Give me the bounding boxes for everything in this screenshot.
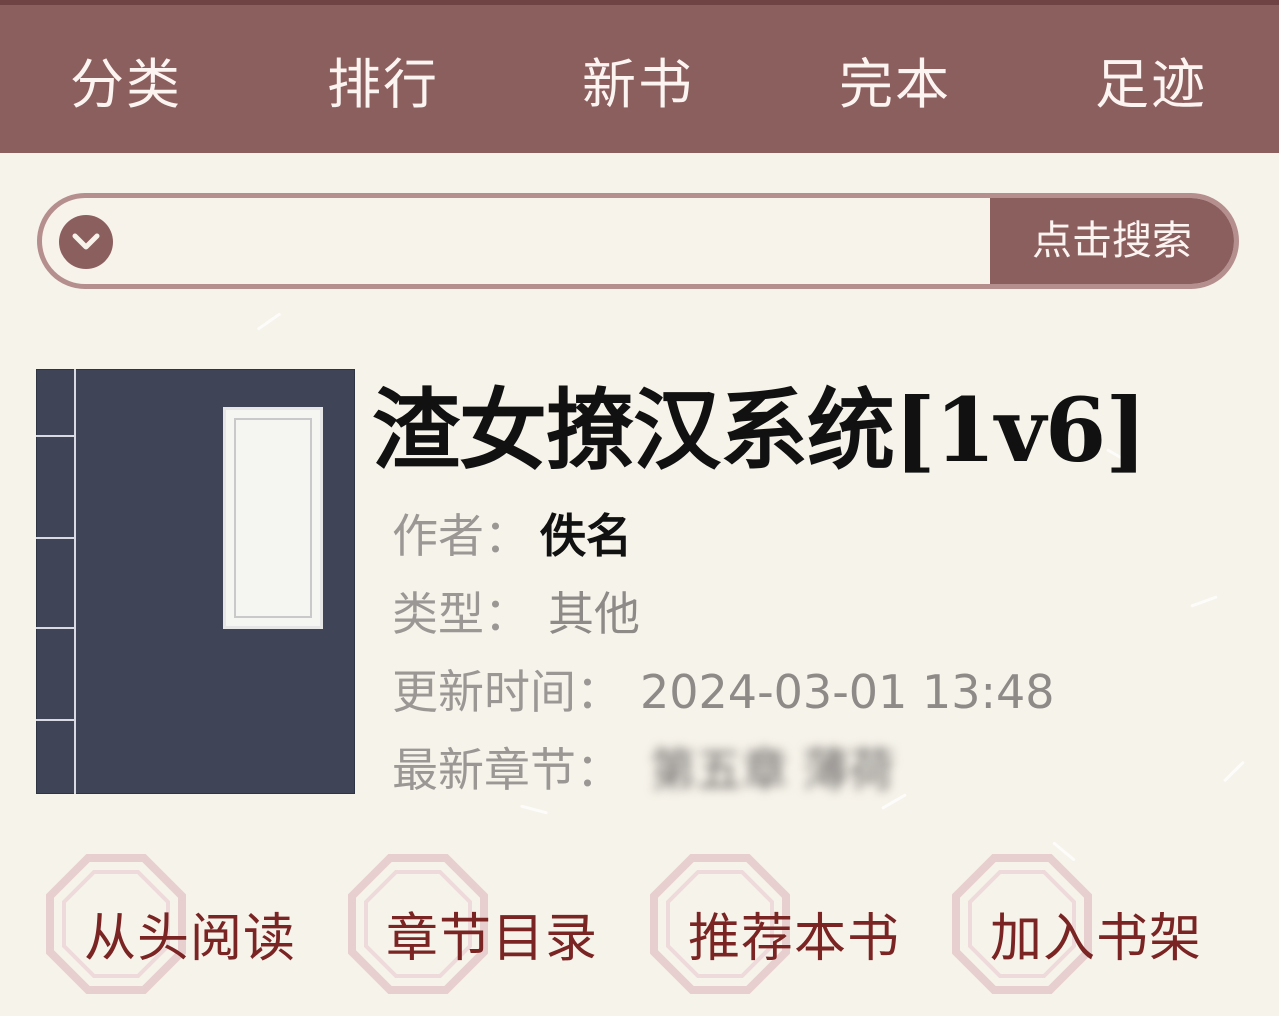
top-nav: 分类 排行 新书 完本 足迹 xyxy=(0,0,1279,153)
cover-stitch xyxy=(36,435,76,437)
updated-label: 更新时间： xyxy=(392,665,622,719)
search-scope-toggle[interactable] xyxy=(59,215,113,269)
nav-ranking[interactable]: 排行 xyxy=(303,45,463,125)
search-input[interactable] xyxy=(134,198,994,284)
search-button[interactable]: 点击搜索 xyxy=(990,198,1234,284)
cover-stitch xyxy=(36,537,76,539)
nav-new-books[interactable]: 新书 xyxy=(558,45,718,125)
book-title: 渣女撩汉系统[1v6] xyxy=(372,378,1147,482)
add-to-shelf-label: 加入书架 xyxy=(990,909,1203,969)
cover-stitch xyxy=(36,719,76,721)
latest-chapter-row: 最新章节： 第五章 薄荷 xyxy=(392,734,895,800)
type-value[interactable]: 其他 xyxy=(548,587,640,641)
search-bar: 点击搜索 xyxy=(37,193,1239,289)
type-row: 类型： 其他 xyxy=(392,578,640,644)
author-label: 作者： xyxy=(392,509,530,563)
author-name[interactable]: 佚名 xyxy=(540,509,632,563)
nav-category[interactable]: 分类 xyxy=(46,45,206,125)
updated-row: 更新时间： 2024-03-01 13:48 xyxy=(392,656,1055,722)
cover-spine xyxy=(74,369,76,794)
updated-value: 2024-03-01 13:48 xyxy=(640,665,1055,719)
chevron-down-icon xyxy=(72,233,100,250)
nav-completed[interactable]: 完本 xyxy=(815,45,975,125)
author-row: 作者： 佚名 xyxy=(392,500,632,566)
chapter-list-label: 章节目录 xyxy=(386,909,599,969)
cover-title-label xyxy=(223,407,323,629)
latest-chapter-label: 最新章节： xyxy=(392,743,622,797)
latest-chapter-link[interactable]: 第五章 薄荷 xyxy=(650,734,895,800)
nav-history[interactable]: 足迹 xyxy=(1071,45,1231,125)
read-from-start-label: 从头阅读 xyxy=(84,909,297,969)
chapter-list-button[interactable]: 章节目录 xyxy=(342,854,597,994)
recommend-book-button[interactable]: 推荐本书 xyxy=(644,854,899,994)
cover-stitch xyxy=(36,627,76,629)
recommend-book-label: 推荐本书 xyxy=(688,909,901,969)
book-cover[interactable] xyxy=(36,369,355,794)
add-to-shelf-button[interactable]: 加入书架 xyxy=(946,854,1201,994)
read-from-start-button[interactable]: 从头阅读 xyxy=(40,854,295,994)
type-label: 类型： xyxy=(392,587,530,641)
